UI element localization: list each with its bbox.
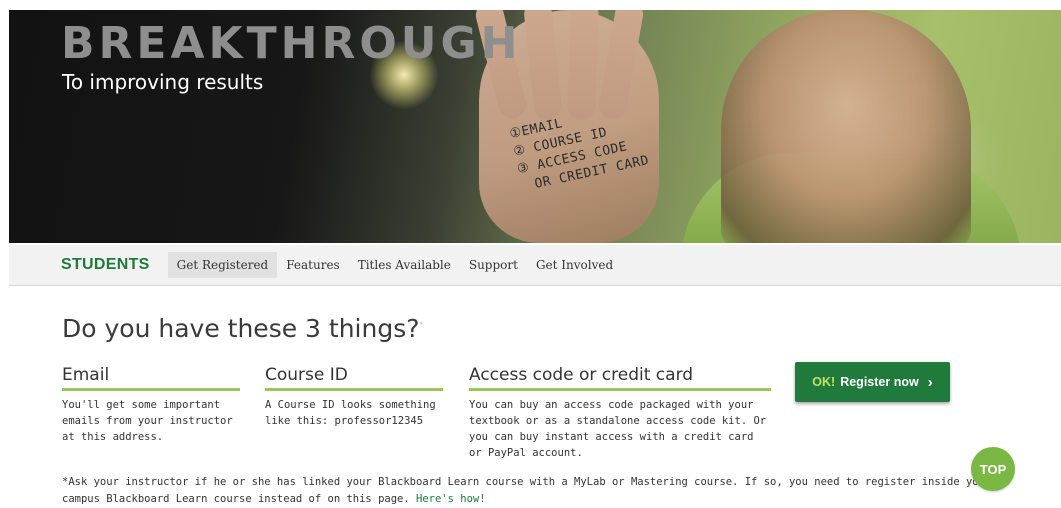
nav-item-support[interactable]: Support bbox=[460, 252, 527, 278]
hero-subtitle: To improving results bbox=[62, 70, 264, 94]
requirement-text: You'll get some important emails from yo… bbox=[62, 399, 233, 443]
register-label: Register now bbox=[840, 375, 919, 389]
requirement-title: Course ID bbox=[265, 365, 443, 391]
blackboard-note: *Ask your instructor if he or she has li… bbox=[62, 474, 992, 508]
requirement-title: Access code or credit card bbox=[469, 365, 771, 391]
nav-item-features[interactable]: Features bbox=[277, 252, 348, 278]
hero-finger bbox=[566, 10, 600, 121]
requirement-text: You can buy an access code packaged with… bbox=[469, 399, 767, 459]
nav-brand-students[interactable]: STUDENTS bbox=[61, 256, 150, 274]
hero-title: BREAKTHROUGH bbox=[61, 18, 522, 69]
requirement-text: A Course ID looks something like this: p… bbox=[265, 399, 436, 427]
hero-banner: ①EMAIL ② COURSE ID ③ ACCESS CODE OR CRED… bbox=[9, 10, 1061, 243]
requirement-title: Email bbox=[62, 365, 240, 391]
requirement-email: Email You'll get some important emails f… bbox=[62, 365, 240, 445]
nav-item-get-registered[interactable]: Get Registered bbox=[167, 252, 278, 278]
heres-how-link[interactable]: Here's how! bbox=[416, 493, 486, 505]
register-ok-label: OK! bbox=[812, 375, 836, 389]
chevron-right-icon: › bbox=[927, 373, 933, 391]
nav-item-get-involved[interactable]: Get Involved bbox=[527, 252, 622, 278]
heading-text: Do you have these 3 things? bbox=[62, 314, 420, 343]
hero-person-shape bbox=[721, 10, 971, 243]
back-to-top-button[interactable]: TOP bbox=[971, 447, 1015, 491]
page-heading: Do you have these 3 things?* bbox=[62, 314, 424, 343]
requirement-access-code: Access code or credit card You can buy a… bbox=[469, 365, 771, 461]
requirement-course-id: Course ID A Course ID looks something li… bbox=[265, 365, 443, 429]
nav-item-titles-available[interactable]: Titles Available bbox=[349, 252, 460, 278]
note-text: *Ask your instructor if he or she has li… bbox=[62, 476, 992, 505]
register-now-button[interactable]: OK! Register now › bbox=[795, 362, 950, 402]
section-nav: STUDENTS Get Registered Features Titles … bbox=[9, 245, 1061, 286]
heading-footnote-mark: * bbox=[419, 320, 424, 330]
